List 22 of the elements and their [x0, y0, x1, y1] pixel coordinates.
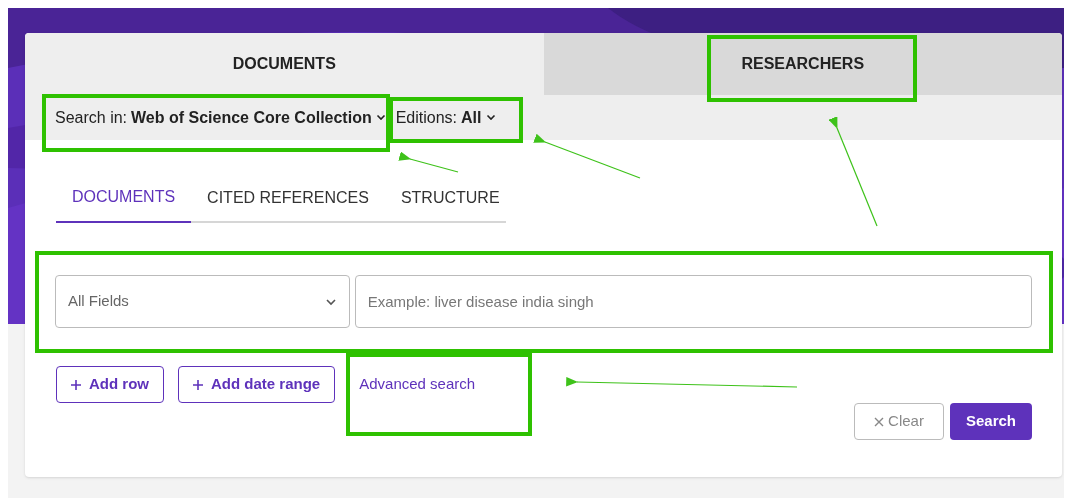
add-button[interactable]: Add row	[56, 366, 164, 403]
annotation-arrow	[398, 151, 459, 173]
field-select[interactable]: All Fields	[55, 275, 350, 328]
editions-dropdown[interactable]: Editions: All	[395, 105, 496, 130]
chevron-icon	[485, 114, 496, 121]
sub-tab[interactable]: STRUCTURE	[384, 185, 516, 223]
advanced-search-link[interactable]: Advanced search	[359, 373, 476, 396]
search-field[interactable]: Example: liver disease india singh	[354, 275, 1032, 328]
search-in-dropdown[interactable]: Search in: Web of Science Core Collection	[55, 105, 386, 130]
plus-icon	[71, 379, 81, 390]
close-icon	[874, 416, 885, 427]
top-tab[interactable]: RESEARCHERS	[543, 33, 1062, 95]
clear-button[interactable]: Clear	[854, 403, 944, 440]
top-tab[interactable]: DOCUMENTS	[25, 33, 544, 95]
add-button[interactable]: Add date range	[178, 366, 336, 403]
chevron-icon	[324, 297, 337, 306]
chevron-icon	[375, 114, 386, 121]
search-button[interactable]: Search	[950, 403, 1032, 440]
sub-tab[interactable]: CITED REFERENCES	[191, 185, 385, 223]
plus-icon	[193, 379, 203, 390]
sub-tab[interactable]: DOCUMENTS	[56, 185, 192, 223]
field-select-value: All Fields	[68, 291, 129, 312]
